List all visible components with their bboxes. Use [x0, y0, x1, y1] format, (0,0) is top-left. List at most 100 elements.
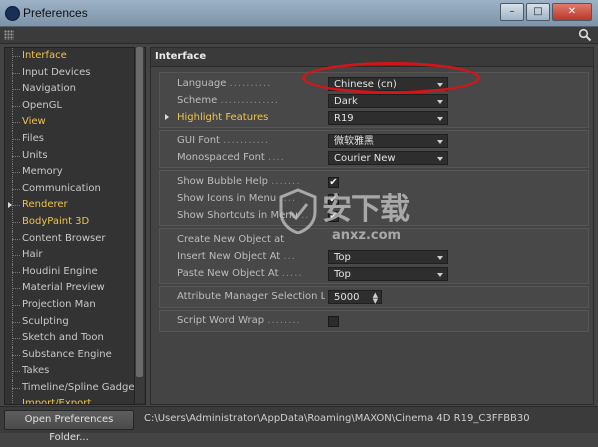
sidebar-item-label: Sketch and Toon: [22, 332, 104, 344]
sidebar-item-memory[interactable]: Memory: [9, 164, 145, 181]
expand-arrow-icon[interactable]: [165, 114, 169, 120]
monospaced-font-dropdown[interactable]: Courier New: [328, 151, 448, 165]
sidebar-item-projection-man[interactable]: Projection Man: [9, 296, 145, 314]
script-word-wrap-checkbox[interactable]: [328, 316, 339, 327]
insert-new-object-row: Insert New Object At ... Top: [160, 249, 588, 265]
sidebar-item-label: BodyPaint 3D: [22, 215, 90, 227]
search-icon[interactable]: [578, 28, 592, 42]
scheme-label: Scheme: [177, 95, 218, 106]
icons-in-menu-label: Show Icons in Menu: [177, 193, 277, 204]
spinner-arrows-icon[interactable]: ▲ ▼: [373, 292, 378, 305]
sidebar-item-sculpting[interactable]: Sculpting: [9, 313, 145, 331]
sidebar-item-bodypaint-3d[interactable]: BodyPaint 3D: [9, 213, 145, 231]
title-bar: Preferences – □ ✕: [0, 0, 598, 27]
sidebar-item-label: Timeline/Spline Gadget: [22, 381, 139, 393]
sidebar-item-label: Renderer: [22, 199, 68, 211]
gui-font-row: GUI Font ........... 微软雅黑: [160, 133, 588, 149]
sidebar-item-input-devices[interactable]: Input Devices: [9, 64, 145, 82]
paste-new-object-row: Paste New Object At ..... Top: [160, 266, 588, 282]
sidebar-item-label: Navigation: [22, 83, 76, 95]
new-object-group: Create New Object at Insert New Object A…: [159, 228, 589, 284]
attribute-limit-row: Attribute Manager Selection Limit 5000 ▲▼: [160, 289, 588, 305]
monospaced-font-row: Monospaced Font .... Courier New: [160, 150, 588, 166]
script-word-wrap-row: Script Word Wrap ........: [160, 313, 588, 329]
menu-options-group: Show Bubble Help ....... ✔ Show Icons in…: [159, 170, 589, 226]
sidebar-item-label: View: [22, 116, 46, 128]
sidebar-item-label: Material Preview: [22, 282, 105, 294]
paste-new-object-label: Paste New Object At: [177, 268, 279, 279]
bubble-help-label: Show Bubble Help: [177, 176, 268, 187]
status-bar: Open Preferences Folder... C:\Users\Admi…: [0, 406, 598, 443]
insert-new-object-dropdown[interactable]: Top: [328, 250, 448, 264]
sidebar-item-houdini-engine[interactable]: Houdini Engine: [9, 263, 145, 281]
sidebar-item-label: OpenGL: [22, 99, 63, 111]
paste-new-object-dropdown[interactable]: Top: [328, 267, 448, 281]
sidebar-item-label: Communication: [22, 182, 101, 194]
toolbar: [0, 27, 598, 44]
close-button[interactable]: ✕: [552, 3, 592, 21]
sidebar-item-sketch-and-toon[interactable]: Sketch and Toon: [9, 330, 145, 347]
sidebar-item-interface[interactable]: Interface: [9, 48, 145, 65]
sidebar-item-takes[interactable]: Takes: [9, 363, 145, 380]
sidebar-item-label: Projection Man: [22, 298, 96, 310]
red-highlight-ellipse: [302, 62, 480, 94]
sidebar-item-timeline-spline-gadget[interactable]: Timeline/Spline Gadget: [9, 379, 145, 397]
minimize-button[interactable]: –: [500, 3, 524, 21]
shortcuts-in-menu-checkbox[interactable]: ✔: [328, 211, 339, 222]
attribute-manager-group: Attribute Manager Selection Limit 5000 ▲▼: [159, 286, 589, 308]
monospaced-font-value: Courier New: [334, 153, 396, 164]
sidebar-item-label: Substance Engine: [22, 348, 112, 360]
create-new-object-row: Create New Object at: [160, 232, 588, 248]
highlight-features-row: Highlight Features R19: [160, 110, 588, 126]
insert-new-object-value: Top: [334, 252, 351, 263]
sidebar-item-opengl[interactable]: OpenGL: [9, 97, 145, 115]
window-controls: – □ ✕: [500, 3, 592, 21]
sidebar-item-material-preview[interactable]: Material Preview: [9, 280, 145, 297]
attribute-limit-value: 5000: [334, 292, 360, 303]
scheme-dropdown[interactable]: Dark: [328, 94, 448, 108]
bubble-help-checkbox[interactable]: ✔: [328, 177, 339, 188]
interface-settings-panel: Interface Language .......... Chinese (c…: [150, 47, 594, 405]
sidebar-item-content-browser[interactable]: Content Browser: [9, 230, 145, 248]
gui-font-value: 微软雅黑: [334, 136, 374, 147]
sidebar-item-import-export[interactable]: Import/Export: [9, 396, 145, 404]
chevron-down-icon: [437, 117, 443, 121]
attribute-limit-label: Attribute Manager Selection Limit: [177, 291, 325, 302]
attribute-limit-input[interactable]: 5000 ▲ ▼: [328, 290, 382, 305]
shortcuts-in-menu-label: Show Shortcuts in Menu: [177, 210, 298, 221]
grip-handle-icon[interactable]: [4, 30, 14, 40]
gui-font-dropdown[interactable]: 微软雅黑: [328, 134, 448, 148]
maximize-button[interactable]: □: [526, 3, 550, 21]
sidebar-item-units[interactable]: Units: [9, 147, 145, 165]
icons-in-menu-checkbox[interactable]: ✔: [328, 194, 339, 205]
sidebar-item-label: Input Devices: [22, 66, 91, 78]
sidebar-item-label: Content Browser: [22, 232, 106, 244]
open-preferences-folder-button[interactable]: Open Preferences Folder...: [4, 410, 134, 443]
sidebar-item-substance-engine[interactable]: Substance Engine: [9, 346, 145, 364]
sidebar-item-label: Units: [22, 149, 48, 161]
script-word-wrap-label: Script Word Wrap: [177, 315, 265, 326]
highlight-features-value: R19: [334, 113, 354, 124]
sidebar-item-label: Hair: [22, 249, 43, 261]
chevron-down-icon: [437, 140, 443, 144]
highlight-features-dropdown[interactable]: R19: [328, 111, 448, 125]
scrollbar-thumb[interactable]: [136, 47, 143, 377]
bubble-help-row: Show Bubble Help ....... ✔: [177, 176, 339, 188]
chevron-down-icon: [437, 273, 443, 277]
sidebar-item-renderer[interactable]: Renderer: [8, 197, 145, 214]
preferences-path: C:\Users\Administrator\AppData\Roaming\M…: [144, 413, 530, 424]
chevron-down-icon: [437, 157, 443, 161]
sidebar-scrollbar[interactable]: [134, 47, 144, 403]
sidebar-item-hair[interactable]: Hair: [9, 247, 145, 264]
sidebar-item-label: Houdini Engine: [22, 265, 98, 277]
window-title: Preferences: [23, 6, 88, 20]
expand-arrow-icon[interactable]: [8, 202, 12, 209]
sidebar-item-view[interactable]: View: [9, 114, 145, 131]
font-group: GUI Font ........... 微软雅黑 Monospaced Fon…: [159, 130, 589, 168]
sidebar-item-label: Memory: [22, 166, 63, 178]
sidebar-item-navigation[interactable]: Navigation: [9, 81, 145, 98]
sidebar-item-communication[interactable]: Communication: [9, 180, 145, 198]
monospaced-font-label: Monospaced Font: [177, 152, 265, 163]
sidebar-item-files[interactable]: Files: [9, 130, 145, 148]
chevron-down-icon: [437, 100, 443, 104]
